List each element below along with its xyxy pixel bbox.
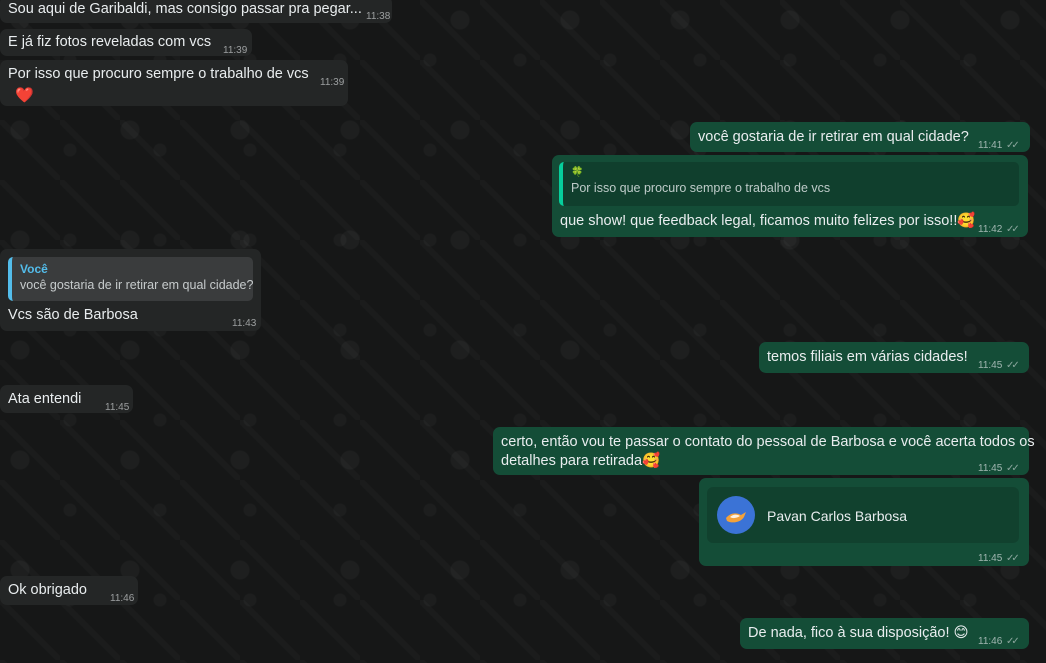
outgoing-reply-message[interactable]: 🍀 Por isso que procuro sempre o trabalho…	[552, 155, 1028, 237]
message-text-line-1: certo, então vou te passar o contato do …	[501, 434, 1035, 450]
message-text-line-2: detalhes para retirada🥰	[501, 453, 661, 469]
bird-logo-icon	[726, 512, 746, 523]
message-time: 11:42	[978, 224, 1003, 235]
contact-card[interactable]: Pavan Carlos Barbosa	[707, 487, 1019, 543]
message-text: Ok obrigado	[8, 582, 87, 598]
read-ticks-icon: ✓✓	[1006, 360, 1020, 371]
read-ticks-icon: ✓✓	[1006, 224, 1020, 235]
message-text: temos filiais em várias cidades!	[767, 349, 968, 365]
heart-emoji: ❤️	[15, 87, 34, 104]
message-time: 11:38	[366, 11, 391, 22]
message-time: 11:45	[978, 553, 1003, 564]
read-ticks-icon: ✓✓	[1006, 636, 1020, 647]
incoming-message[interactable]: E já fiz fotos reveladas com vcs 11:39	[0, 29, 252, 56]
incoming-message[interactable]: Ata entendi 11:45	[0, 385, 133, 413]
message-time: 11:39	[223, 45, 248, 56]
quoted-message[interactable]: 🍀 Por isso que procuro sempre o trabalho…	[559, 162, 1019, 206]
message-text: você gostaria de ir retirar em qual cida…	[698, 129, 969, 145]
incoming-reply-message[interactable]: Você você gostaria de ir retirar em qual…	[0, 249, 261, 331]
contact-name: Pavan Carlos Barbosa	[767, 508, 908, 524]
message-text: que show! que feedback legal, ficamos mu…	[560, 213, 976, 229]
clover-emoji: 🍀	[571, 167, 584, 178]
read-ticks-icon: ✓✓	[1006, 553, 1020, 564]
message-time: 11:46	[978, 636, 1003, 647]
message-text: De nada, fico à sua disposição! 😊	[748, 625, 969, 641]
incoming-message[interactable]: Ok obrigado 11:46	[0, 576, 138, 605]
quoted-message[interactable]: Você você gostaria de ir retirar em qual…	[8, 257, 253, 301]
outgoing-message[interactable]: temos filiais em várias cidades! 11:45 ✓…	[759, 342, 1029, 373]
outgoing-message[interactable]: De nada, fico à sua disposição! 😊 11:46 …	[740, 618, 1029, 649]
quoted-text: Por isso que procuro sempre o trabalho d…	[571, 181, 831, 195]
message-text: Por isso que procuro sempre o trabalho d…	[8, 66, 309, 82]
message-time: 11:45	[105, 402, 130, 413]
outgoing-contact-message[interactable]: Pavan Carlos Barbosa 11:45 ✓✓	[699, 478, 1029, 566]
incoming-message[interactable]: Sou aqui de Garibaldi, mas consigo passa…	[0, 0, 392, 23]
read-ticks-icon: ✓✓	[1006, 140, 1020, 151]
message-text: E já fiz fotos reveladas com vcs	[8, 34, 212, 50]
contact-avatar	[717, 496, 755, 534]
message-text: Ata entendi	[8, 391, 82, 407]
quoted-text: você gostaria de ir retirar em qual cida…	[20, 278, 254, 292]
read-ticks-icon: ✓✓	[1006, 463, 1020, 474]
message-text: Vcs são de Barbosa	[8, 307, 138, 323]
message-text: Sou aqui de Garibaldi, mas consigo passa…	[8, 1, 362, 17]
message-time: 11:39	[320, 77, 345, 88]
message-time: 11:43	[232, 318, 257, 329]
message-time: 11:45	[978, 360, 1003, 371]
message-time: 11:46	[110, 593, 135, 604]
message-time: 11:45	[978, 463, 1003, 474]
quoted-author: Você	[20, 262, 48, 276]
message-time: 11:41	[978, 140, 1003, 151]
incoming-message[interactable]: Por isso que procuro sempre o trabalho d…	[0, 60, 348, 106]
outgoing-message[interactable]: você gostaria de ir retirar em qual cida…	[690, 122, 1030, 152]
outgoing-message[interactable]: certo, então vou te passar o contato do …	[493, 427, 1035, 475]
